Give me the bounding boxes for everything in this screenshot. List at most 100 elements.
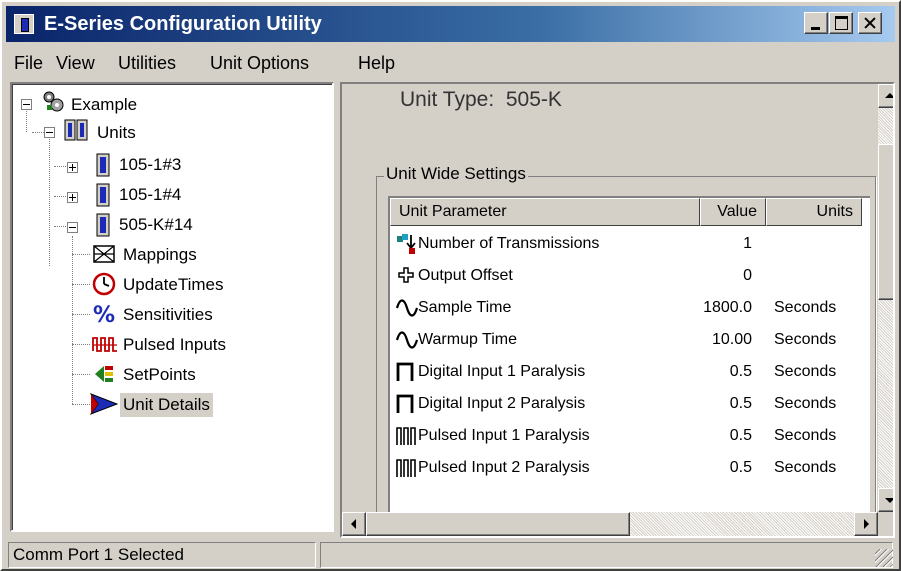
parameter-value: 0.5 — [729, 395, 752, 412]
tree-node-pulsed-inputs[interactable]: Pulsed Inputs — [12, 330, 312, 360]
window-title: E-Series Configuration Utility — [44, 13, 322, 35]
svg-text:%: % — [93, 303, 115, 326]
app-icon[interactable] — [14, 14, 34, 34]
list-row[interactable]: Sample Time 1800.0 Seconds — [390, 292, 870, 324]
parameter-name: Pulsed Input 2 Paralysis — [418, 459, 590, 476]
parameter-name: Sample Time — [418, 299, 512, 316]
column-header-value[interactable]: Value — [700, 198, 766, 226]
status-bar: Comm Port 1 Selected — [6, 540, 895, 569]
collapse-toggle-icon[interactable] — [21, 99, 32, 110]
vertical-scrollbar[interactable] — [878, 84, 893, 512]
pulse-train-icon — [396, 459, 416, 477]
parameter-units: Seconds — [774, 427, 837, 444]
parameter-value: 0 — [743, 267, 752, 284]
horizontal-scroll-thumb[interactable] — [366, 512, 630, 536]
parameter-value: 0.5 — [729, 459, 752, 476]
menu-bar: File View Utilities Unit Options Help — [6, 48, 895, 78]
close-button[interactable] — [858, 12, 882, 34]
column-header-units[interactable]: Units — [766, 198, 862, 226]
parameter-name: Output Offset — [418, 267, 513, 284]
tree-node-unit-105-1-4[interactable]: 105-1#4 — [12, 180, 312, 210]
parameter-units: Seconds — [774, 363, 837, 380]
list-header: Unit Parameter Value Units — [390, 198, 870, 226]
unit-type-heading: Unit Type: 505-K — [400, 88, 562, 112]
percent-icon: % — [93, 303, 115, 326]
horizontal-scrollbar[interactable] — [342, 512, 878, 536]
tree-label: 105-1#4 — [119, 185, 182, 204]
unit-icon — [96, 153, 110, 177]
tree-node-mappings[interactable]: Mappings — [12, 240, 312, 270]
list-row[interactable]: Pulsed Input 2 Paralysis 0.5 Seconds — [390, 452, 870, 484]
scrollbar-corner — [878, 512, 893, 536]
list-row[interactable]: Output Offset 0 — [390, 260, 870, 292]
minimize-button[interactable] — [804, 12, 828, 34]
list-row[interactable]: Warmup Time 10.00 Seconds — [390, 324, 870, 356]
pulse-train-icon — [92, 337, 117, 352]
scroll-left-button[interactable] — [342, 512, 366, 536]
tree-node-example[interactable]: Example — [12, 90, 312, 120]
parameter-name: Number of Transmissions — [418, 235, 600, 252]
tree-label: Mappings — [123, 245, 197, 264]
menu-help[interactable]: Help — [358, 52, 395, 74]
parameter-units: Seconds — [774, 395, 837, 412]
unit-icon — [96, 183, 110, 207]
menu-unit-options[interactable]: Unit Options — [210, 52, 309, 74]
maximize-button[interactable] — [829, 12, 853, 34]
tree-node-unit-505-k-14[interactable]: 505-K#14 — [12, 210, 312, 240]
app-window: E-Series Configuration Utility File View… — [0, 0, 901, 571]
parameter-name: Digital Input 2 Paralysis — [418, 395, 586, 412]
offset-cross-icon — [398, 267, 414, 283]
status-pane-secondary — [320, 542, 893, 568]
list-row[interactable]: Number of Transmissions 1 — [390, 228, 870, 260]
parameter-value: 10.00 — [711, 331, 752, 348]
unit-type-label: Unit Type: — [400, 88, 495, 111]
tree-node-unit-105-1-3[interactable]: 105-1#3 — [12, 150, 312, 180]
expand-toggle-icon[interactable] — [67, 162, 78, 173]
tree-node-unit-details[interactable]: Unit Details — [12, 390, 312, 420]
gear-group-icon — [43, 91, 64, 112]
tree-node-sensitivities[interactable]: % Sensitivities — [12, 300, 312, 330]
tree-label: Example — [71, 95, 138, 114]
menu-view[interactable]: View — [56, 52, 95, 74]
list-row[interactable]: Digital Input 1 Paralysis 0.5 Seconds — [390, 356, 870, 388]
unit-tree[interactable]: Example Units 105-1#3 105-1#4 505-K#14 M… — [10, 82, 334, 532]
tree-label-selected: Unit Details — [120, 393, 213, 417]
parameter-value: 0.5 — [729, 363, 752, 380]
tree-node-setpoints[interactable]: SetPoints — [12, 360, 312, 390]
menu-utilities[interactable]: Utilities — [118, 52, 176, 74]
wave-icon — [396, 299, 418, 317]
column-header-parameter[interactable]: Unit Parameter — [390, 198, 700, 226]
parameter-units: Seconds — [774, 459, 837, 476]
collapse-toggle-icon[interactable] — [67, 222, 78, 233]
parameter-name: Pulsed Input 1 Paralysis — [418, 427, 590, 444]
menu-file[interactable]: File — [14, 52, 43, 74]
list-row[interactable]: Pulsed Input 1 Paralysis 0.5 Seconds — [390, 420, 870, 452]
unit-icon — [96, 213, 110, 237]
setpoint-icon — [95, 366, 113, 382]
parameter-name: Warmup Time — [418, 331, 517, 348]
collapse-toggle-icon[interactable] — [44, 127, 55, 138]
wave-icon — [396, 331, 418, 349]
list-row[interactable]: Digital Input 2 Paralysis 0.5 Seconds — [390, 388, 870, 420]
unit-details-panel: Unit Type: 505-K Unit Wide Settings Unit… — [340, 82, 895, 538]
scroll-down-button[interactable] — [878, 488, 893, 512]
expand-toggle-icon[interactable] — [67, 192, 78, 203]
units-icon — [64, 119, 88, 141]
status-pane-comm: Comm Port 1 Selected — [8, 542, 316, 568]
group-title: Unit Wide Settings — [384, 164, 528, 184]
square-pulse-icon — [396, 394, 414, 413]
tree-label: 505-K#14 — [119, 215, 193, 234]
parameter-list[interactable]: Unit Parameter Value Units Number of Tra… — [388, 196, 870, 526]
parameter-units: Seconds — [774, 331, 837, 348]
vertical-scroll-thumb[interactable] — [878, 144, 893, 300]
scroll-up-button[interactable] — [878, 84, 893, 108]
tree-node-units[interactable]: Units — [12, 118, 312, 148]
pulse-train-icon — [396, 427, 416, 445]
title-bar[interactable]: E-Series Configuration Utility — [6, 6, 895, 42]
scroll-right-button[interactable] — [854, 512, 878, 536]
resize-grip-icon[interactable] — [875, 549, 893, 567]
mappings-flag-icon — [93, 245, 115, 263]
transmissions-icon — [397, 234, 416, 254]
tree-node-update-times[interactable]: UpdateTimes — [12, 270, 312, 300]
tree-label: Pulsed Inputs — [123, 335, 227, 354]
